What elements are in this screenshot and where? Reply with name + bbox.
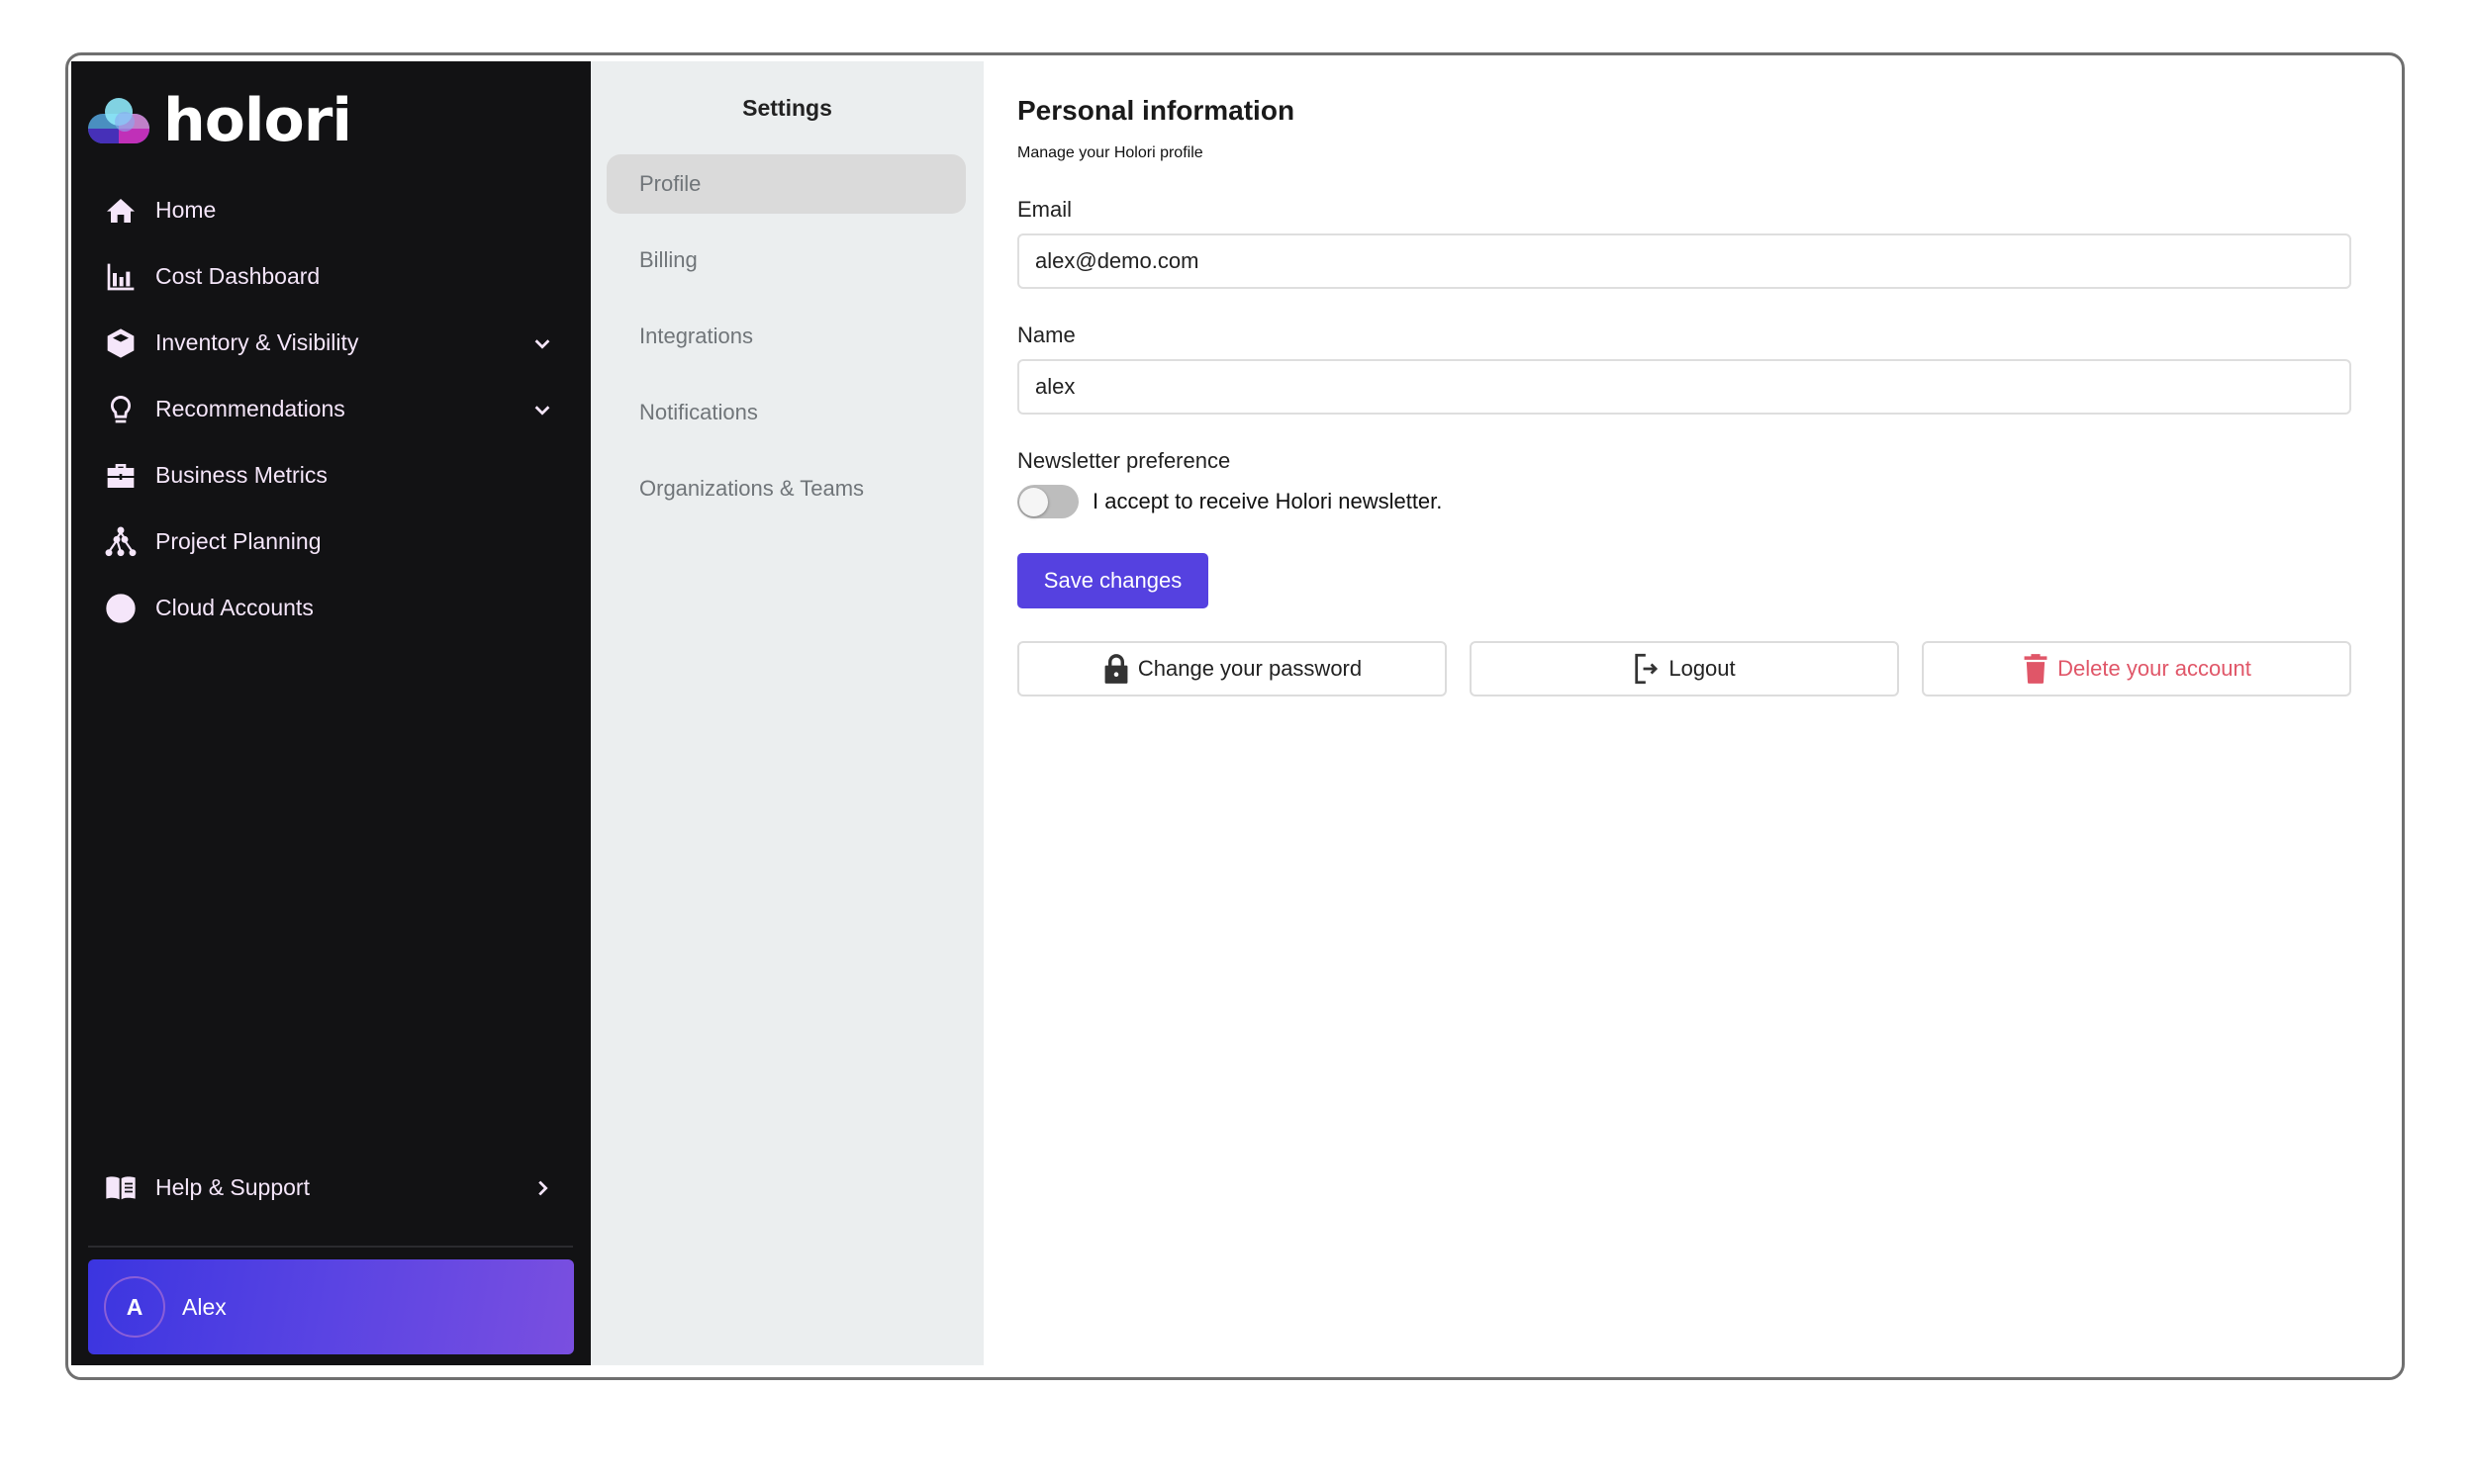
settings-item-billing[interactable]: Billing [607,231,966,290]
account-actions: Change your password Logout Delete your … [1017,641,2351,696]
chevron-right-icon[interactable] [531,1177,553,1199]
avatar: A [104,1276,165,1338]
settings-item-integrations[interactable]: Integrations [607,307,966,366]
newsletter-toggle-label: I accept to receive Holori newsletter. [1093,489,1443,513]
newsletter-label: Newsletter preference [1017,448,1231,473]
settings-nav: Settings Profile Billing Integrations No… [591,61,984,1365]
settings-item-notifications[interactable]: Notifications [607,383,966,442]
logout-icon [1633,653,1661,685]
sidebar-item-label: Recommendations [155,396,345,421]
name-label: Name [1017,323,1076,347]
settings-item-organizations-teams[interactable]: Organizations & Teams [607,459,966,518]
sidebar-item-label: Cloud Accounts [155,595,314,620]
sidebar-item-recommendations[interactable]: Recommendations [71,376,591,442]
cloud-circle-icon [104,592,138,625]
settings-item-profile[interactable]: Profile [607,154,966,214]
brand-name: holori [163,86,352,155]
sidebar-item-cost-dashboard[interactable]: Cost Dashboard [71,243,591,310]
chevron-down-icon[interactable] [531,399,553,420]
name-field[interactable] [1017,359,2351,415]
newsletter-toggle[interactable] [1017,485,1079,518]
sidebar-divider [88,1246,573,1248]
sidebar-item-project-planning[interactable]: Project Planning [71,509,591,575]
newsletter-toggle-row: I accept to receive Holori newsletter. [1017,485,1442,518]
lightbulb-icon [104,393,138,426]
holori-cloud-logo-icon [88,98,149,143]
logout-button[interactable]: Logout [1470,641,1899,696]
page-subtitle: Manage your Holori profile [1017,144,1203,161]
lock-icon [1102,653,1130,685]
page-title: Personal information [1017,95,1295,126]
delete-account-label: Delete your account [2057,656,2251,681]
home-icon [104,194,138,228]
trash-icon [2022,653,2049,685]
profile-panel: Personal information Manage your Holori … [984,61,2397,1365]
change-password-button[interactable]: Change your password [1017,641,1447,696]
settings-title: Settings [742,95,832,121]
sidebar-item-label: Home [155,197,217,223]
logo[interactable]: holori [87,86,352,155]
settings-item-label: Profile [639,171,702,196]
cube-icon [104,326,138,360]
settings-item-label: Organizations & Teams [639,476,865,501]
sidebar-item-business-metrics[interactable]: Business Metrics [71,442,591,509]
sidebar-nav: Home Cost Dashboard Inventory & Visibili… [71,177,591,641]
sidebar-item-help-support[interactable]: Help & Support [71,1155,591,1221]
email-field[interactable] [1017,233,2351,289]
briefcase-icon [104,459,138,493]
sidebar-item-home[interactable]: Home [71,177,591,243]
network-tree-icon [104,525,138,559]
sidebar: holori Home Cost Dashboard Inventory & V… [71,61,591,1365]
user-name: Alex [182,1293,227,1320]
sidebar-item-label: Help & Support [155,1174,310,1200]
sidebar-item-cloud-accounts[interactable]: Cloud Accounts [71,575,591,641]
email-label: Email [1017,197,1073,222]
save-changes-button[interactable]: Save changes [1017,553,1208,608]
book-icon [104,1171,138,1205]
delete-account-button[interactable]: Delete your account [1922,641,2351,696]
help-support-section: Help & Support [71,1155,591,1221]
change-password-label: Change your password [1137,656,1363,681]
sidebar-item-label: Inventory & Visibility [155,329,359,355]
bar-chart-icon [104,260,138,294]
settings-item-label: Billing [639,247,698,272]
sidebar-item-label: Cost Dashboard [155,263,321,289]
sidebar-item-label: Business Metrics [155,462,328,488]
logout-label: Logout [1668,656,1736,681]
chevron-down-icon[interactable] [531,332,553,354]
settings-item-label: Notifications [639,400,758,424]
sidebar-item-inventory-visibility[interactable]: Inventory & Visibility [71,310,591,376]
settings-item-label: Integrations [639,324,753,348]
toggle-knob [1019,488,1048,516]
user-profile-card[interactable]: A Alex [88,1259,574,1354]
app: holori Home Cost Dashboard Inventory & V… [71,61,2397,1365]
sidebar-item-label: Project Planning [155,528,322,554]
